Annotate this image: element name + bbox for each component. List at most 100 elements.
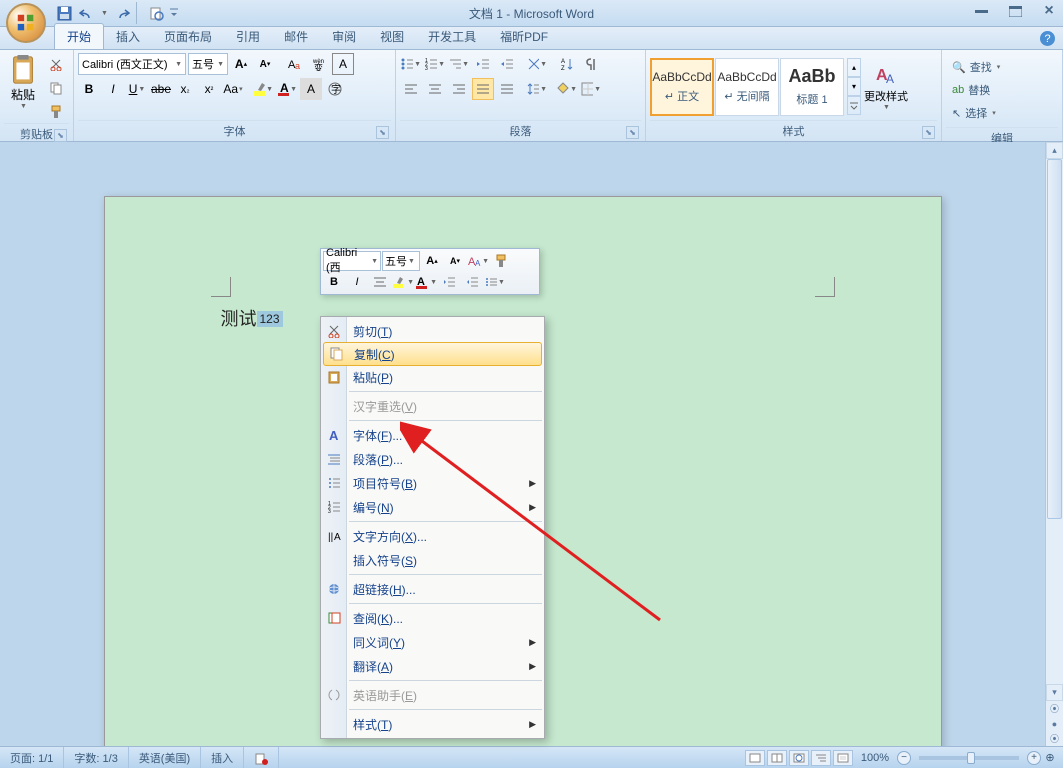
mini-highlight-icon[interactable]: ▼ [392, 272, 414, 292]
zoom-in-button[interactable]: + [1027, 751, 1041, 765]
context-menu-item[interactable]: 超链接(H)... [321, 577, 544, 601]
undo-icon[interactable] [76, 3, 96, 23]
show-paragraph-marks-icon[interactable] [580, 53, 602, 75]
phonetic-guide-icon[interactable]: wèn变 [308, 53, 330, 75]
asian-layout-icon[interactable]: ▼ [526, 53, 548, 75]
qat-customize-dropdown[interactable] [168, 3, 180, 23]
styles-launcher[interactable]: ⬊ [922, 126, 935, 139]
tab-references[interactable]: 引用 [224, 24, 272, 49]
scroll-thumb[interactable] [1047, 159, 1062, 519]
shading-icon[interactable]: ▼ [556, 78, 578, 100]
zoom-dialog-icon[interactable]: ⊕ [1043, 751, 1057, 764]
style-scroll-up[interactable]: ▴ [847, 58, 861, 77]
mini-italic-icon[interactable]: I [346, 272, 368, 292]
change-case-icon[interactable]: Aa▾ [222, 78, 244, 100]
context-menu-item[interactable]: 样式(T)▶ [321, 712, 544, 736]
subscript-icon[interactable]: x₂ [174, 78, 196, 100]
mini-size-combo[interactable]: 五号▼ [382, 251, 420, 271]
scroll-down-button[interactable]: ▾ [1046, 684, 1063, 701]
tab-view[interactable]: 视图 [368, 24, 416, 49]
tab-review[interactable]: 审阅 [320, 24, 368, 49]
numbering-icon[interactable]: 123▼ [424, 53, 446, 75]
font-name-combo[interactable]: Calibri (西文正文)▼ [78, 53, 186, 75]
save-icon[interactable] [54, 3, 74, 23]
zoom-thumb[interactable] [967, 752, 975, 764]
context-menu-item[interactable]: 剪切(T) [321, 319, 544, 343]
highlight-icon[interactable]: ▼ [252, 78, 274, 100]
web-layout-view-icon[interactable] [789, 750, 809, 766]
decrease-indent-icon[interactable] [472, 53, 494, 75]
maximize-button[interactable] [1005, 2, 1025, 20]
context-menu-item[interactable]: 粘贴(P) [321, 365, 544, 389]
enclose-characters-icon[interactable]: 字 [324, 78, 346, 100]
context-menu-item[interactable]: ||A文字方向(X)... [321, 524, 544, 548]
context-menu-item[interactable]: 项目符号(B)▶ [321, 471, 544, 495]
context-menu-item[interactable]: 同义词(Y)▶ [321, 630, 544, 654]
select-button[interactable]: ↖选择▾ [948, 103, 1056, 123]
replace-button[interactable]: ab替换 [948, 80, 1056, 100]
minimize-button[interactable] [971, 2, 991, 20]
paragraph-launcher[interactable]: ⬊ [626, 126, 639, 139]
tab-mailings[interactable]: 邮件 [272, 24, 320, 49]
context-menu-item[interactable]: 123编号(N)▶ [321, 495, 544, 519]
character-border-icon[interactable]: A [332, 53, 354, 75]
character-shading-icon[interactable]: A [300, 78, 322, 100]
close-button[interactable]: × [1039, 2, 1059, 20]
context-menu-item[interactable]: A字体(F)... [321, 423, 544, 447]
style-no-spacing[interactable]: AaBbCcDd↵ 无间隔 [715, 58, 779, 116]
context-menu-item[interactable]: 插入符号(S) [321, 548, 544, 572]
borders-icon[interactable]: ▼ [580, 78, 602, 100]
zoom-slider[interactable] [919, 756, 1019, 760]
office-button[interactable] [6, 3, 46, 43]
tab-developer[interactable]: 开发工具 [416, 24, 488, 49]
font-size-combo[interactable]: 五号▼ [188, 53, 228, 75]
vertical-scrollbar[interactable]: ▴ ▾ ⦿ ● ⦿ [1045, 142, 1063, 746]
mini-increase-indent-icon[interactable] [461, 272, 483, 292]
document-text[interactable]: 测试123 [221, 305, 283, 331]
multilevel-list-icon[interactable]: ▼ [448, 53, 470, 75]
font-color-icon[interactable]: A▼ [276, 78, 298, 100]
strikethrough-icon[interactable]: abe [150, 78, 172, 100]
zoom-level[interactable]: 100% [861, 752, 889, 764]
mini-font-combo[interactable]: Calibri (西▼ [323, 251, 381, 271]
line-spacing-icon[interactable]: ▼ [526, 78, 548, 100]
underline-icon[interactable]: U▼ [126, 78, 148, 100]
mini-shrink-font-icon[interactable]: A▾ [444, 251, 466, 271]
find-button[interactable]: 🔍查找▾ [948, 57, 1056, 77]
format-painter-icon[interactable] [45, 101, 67, 123]
paste-button[interactable]: 粘贴 ▼ [4, 53, 42, 111]
copy-icon[interactable] [45, 77, 67, 99]
bold-icon[interactable]: B [78, 78, 100, 100]
context-menu-item[interactable]: 翻译(A)▶ [321, 654, 544, 678]
tab-insert[interactable]: 插入 [104, 24, 152, 49]
style-heading1[interactable]: AaBb标题 1 [780, 58, 844, 116]
justify-icon[interactable] [472, 78, 494, 100]
print-layout-view-icon[interactable] [745, 750, 765, 766]
language-status[interactable]: 英语(美国) [129, 747, 201, 768]
bullets-icon[interactable]: ▼ [400, 53, 422, 75]
mini-bullets-icon[interactable]: ▼ [484, 272, 506, 292]
align-center-icon[interactable] [424, 78, 446, 100]
italic-icon[interactable]: I [102, 78, 124, 100]
mini-decrease-indent-icon[interactable] [438, 272, 460, 292]
tab-foxitpdf[interactable]: 福昕PDF [488, 24, 560, 49]
clipboard-launcher[interactable]: ⬊ [54, 129, 67, 142]
context-menu-item[interactable]: 复制(C) [323, 342, 542, 366]
mini-format-painter-icon[interactable] [490, 251, 512, 271]
font-launcher[interactable]: ⬊ [376, 126, 389, 139]
print-preview-icon[interactable] [146, 3, 166, 23]
sort-icon[interactable]: AZ [556, 53, 578, 75]
grow-font-icon[interactable]: A▴ [230, 53, 252, 75]
draft-view-icon[interactable] [833, 750, 853, 766]
clear-formatting-icon[interactable]: Aa [284, 53, 306, 75]
mini-font-color-icon[interactable]: A▼ [415, 272, 437, 292]
redo-icon[interactable] [112, 3, 132, 23]
distributed-icon[interactable] [496, 78, 518, 100]
superscript-icon[interactable]: x² [198, 78, 220, 100]
mini-styles-icon[interactable]: AA▼ [467, 251, 489, 271]
context-menu-item[interactable]: 查阅(K)... [321, 606, 544, 630]
mini-center-icon[interactable] [369, 272, 391, 292]
context-menu-item[interactable]: 段落(P)... [321, 447, 544, 471]
selected-text[interactable]: 123 [257, 311, 283, 327]
cut-icon[interactable] [45, 53, 67, 75]
